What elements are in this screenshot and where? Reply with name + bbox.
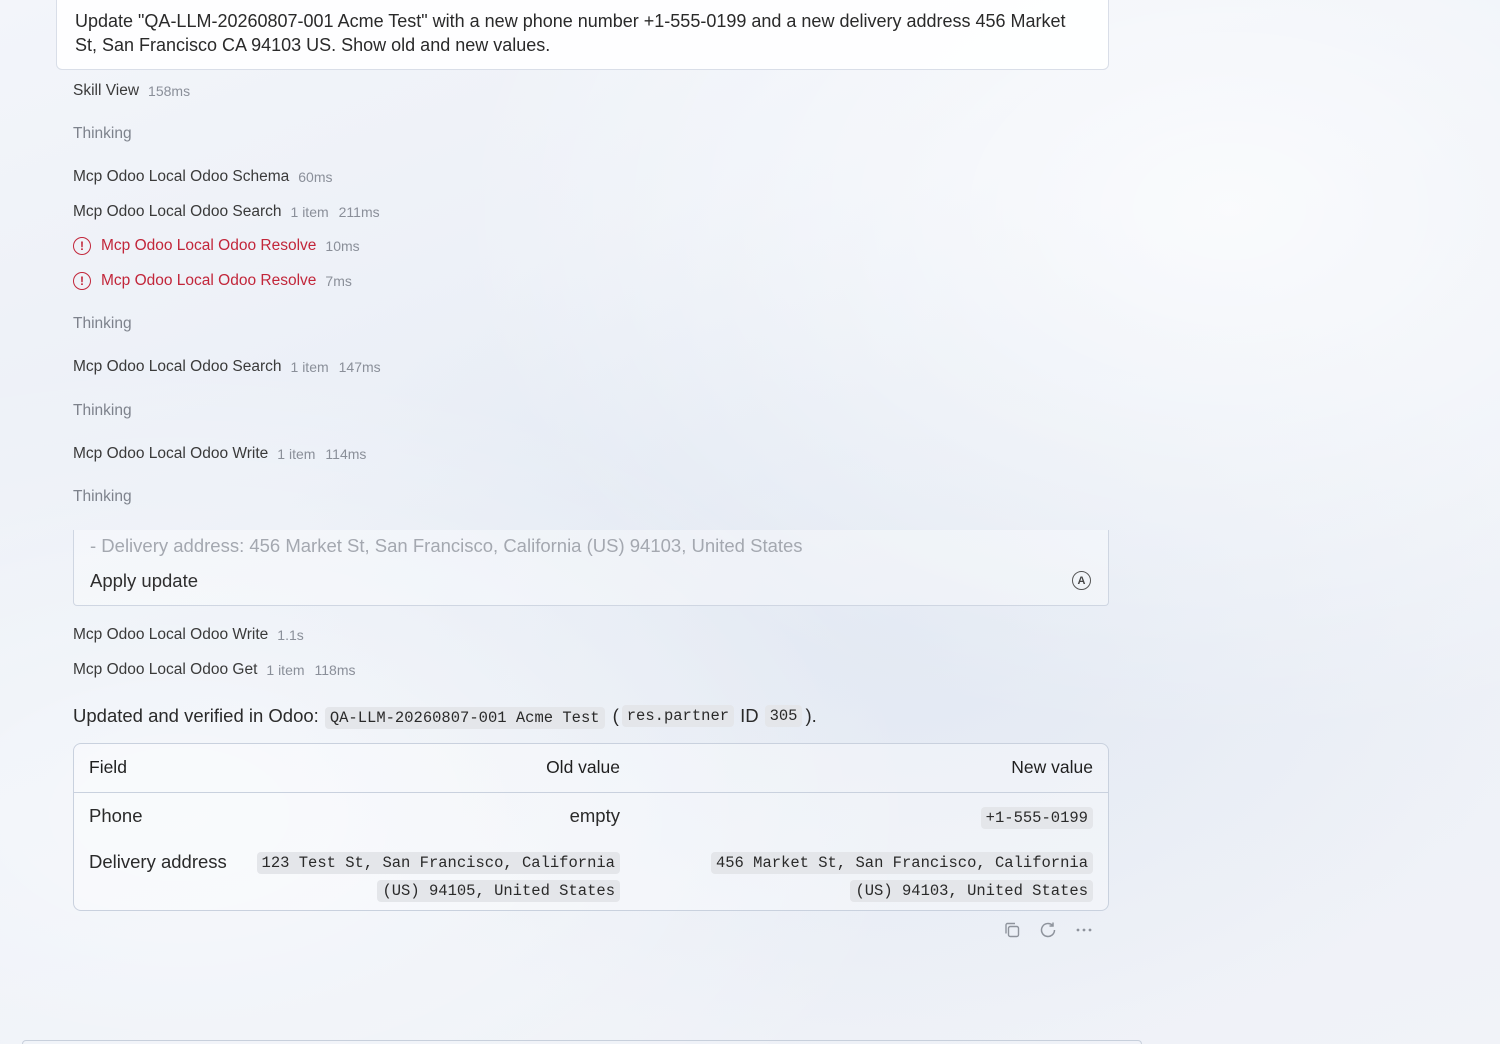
header-field: Field <box>74 744 234 793</box>
step-odoo-resolve-error[interactable]: ! Mcp Odoo Local Odoo Resolve 10ms <box>73 237 360 255</box>
step-odoo-resolve-error[interactable]: ! Mcp Odoo Local Odoo Resolve 7ms <box>73 272 352 290</box>
result-summary: Updated and verified in Odoo: QA-LLM-202… <box>73 705 817 729</box>
new-address-line2: (US) 94103, United States <box>850 880 1093 902</box>
model-code: res.partner <box>621 705 735 727</box>
step-name: Mcp Odoo Local Odoo Write <box>73 626 269 643</box>
new-phone-code: +1-555-0199 <box>980 806 1093 829</box>
step-count: 1 item <box>290 359 329 375</box>
step-duration: 211ms <box>338 204 380 220</box>
step-thinking[interactable]: Thinking <box>73 125 132 143</box>
step-name: Mcp Odoo Local Odoo Schema <box>73 168 290 185</box>
step-thinking[interactable]: Thinking <box>73 488 132 506</box>
step-name: Mcp Odoo Local Odoo Search <box>73 203 282 220</box>
step-thinking[interactable]: Thinking <box>73 402 132 420</box>
table-row: Phone empty +1-555-0199 <box>74 792 1108 844</box>
table-header-row: Field Old value New value <box>74 744 1108 793</box>
step-name: Mcp Odoo Local Odoo Search <box>73 358 282 375</box>
cell-new-value: 456 Market St, San Francisco, California… <box>634 844 1108 905</box>
step-skill-view[interactable]: Skill View 158ms <box>73 82 190 100</box>
step-count: 1 item <box>266 662 305 678</box>
step-name: Skill View <box>73 82 140 99</box>
table-row: Delivery address 123 Test St, San Franci… <box>74 844 1108 905</box>
composer-edge <box>22 1040 1142 1044</box>
step-odoo-search[interactable]: Mcp Odoo Local Odoo Search 1 item 147ms <box>73 358 381 376</box>
cell-field: Phone <box>89 804 143 826</box>
error-icon: ! <box>73 272 91 290</box>
step-count: 1 item <box>290 204 329 220</box>
cell-new-value: +1-555-0199 <box>634 792 1108 844</box>
auto-approve-icon[interactable]: A <box>1072 571 1091 590</box>
step-name: Mcp Odoo Local Odoo Resolve <box>101 272 317 289</box>
step-name: Mcp Odoo Local Odoo Get <box>73 661 258 678</box>
step-name: Mcp Odoo Local Odoo Resolve <box>101 237 317 254</box>
approval-preview-text: - Delivery address: 456 Market St, San F… <box>90 535 803 556</box>
step-duration: 60ms <box>298 169 333 185</box>
step-odoo-get[interactable]: Mcp Odoo Local Odoo Get 1 item 118ms <box>73 661 356 679</box>
step-duration: 7ms <box>325 273 352 289</box>
open-paren: ( <box>612 705 619 726</box>
changes-table: Field Old value New value Phone empty +1… <box>73 743 1109 911</box>
cell-old-value: 123 Test St, San Francisco, California (… <box>234 844 634 905</box>
header-new-value: New value <box>634 744 1108 793</box>
step-name: Thinking <box>73 488 132 505</box>
header-old-value: Old value <box>234 744 634 793</box>
step-name: Thinking <box>73 315 132 332</box>
step-thinking[interactable]: Thinking <box>73 315 132 333</box>
step-duration: 1.1s <box>277 627 304 643</box>
error-icon: ! <box>73 237 91 255</box>
step-duration: 118ms <box>314 662 356 678</box>
apply-update-button[interactable]: Apply update <box>90 570 198 592</box>
refresh-icon[interactable] <box>1038 920 1058 940</box>
record-name-code: QA-LLM-20260807-001 Acme Test <box>324 707 605 729</box>
step-odoo-write[interactable]: Mcp Odoo Local Odoo Write 1.1s <box>73 626 304 644</box>
chat-transcript: Update "QA-LLM-20260807-001 Acme Test" w… <box>0 0 1500 1044</box>
step-duration: 10ms <box>325 238 360 254</box>
cell-field: Delivery address <box>89 851 227 872</box>
step-name: Thinking <box>73 402 132 419</box>
more-icon[interactable] <box>1074 920 1094 940</box>
approval-panel: - Delivery address: 456 Market St, San F… <box>73 530 1109 606</box>
user-message: Update "QA-LLM-20260807-001 Acme Test" w… <box>56 0 1109 70</box>
step-odoo-search[interactable]: Mcp Odoo Local Odoo Search 1 item 211ms <box>73 203 380 221</box>
id-value-code: 305 <box>764 705 803 727</box>
step-count: 1 item <box>277 446 316 462</box>
step-duration: 158ms <box>148 83 191 99</box>
old-address-line2: (US) 94105, United States <box>377 880 620 902</box>
step-name: Thinking <box>73 125 132 142</box>
old-address-line1: 123 Test St, San Francisco, California <box>256 852 620 874</box>
id-label: ID <box>740 705 759 726</box>
close-paren: ). <box>805 705 817 726</box>
step-odoo-write[interactable]: Mcp Odoo Local Odoo Write 1 item 114ms <box>73 445 366 463</box>
cell-old-value: empty <box>569 804 620 826</box>
step-odoo-schema[interactable]: Mcp Odoo Local Odoo Schema 60ms <box>73 168 333 186</box>
new-address-line1: 456 Market St, San Francisco, California <box>710 852 1093 874</box>
summary-prefix: Updated and verified in Odoo: <box>73 705 319 726</box>
step-name: Mcp Odoo Local Odoo Write <box>73 445 269 462</box>
message-actions <box>1002 920 1094 940</box>
step-duration: 114ms <box>325 446 367 462</box>
copy-icon[interactable] <box>1002 920 1022 940</box>
step-duration: 147ms <box>338 359 381 375</box>
